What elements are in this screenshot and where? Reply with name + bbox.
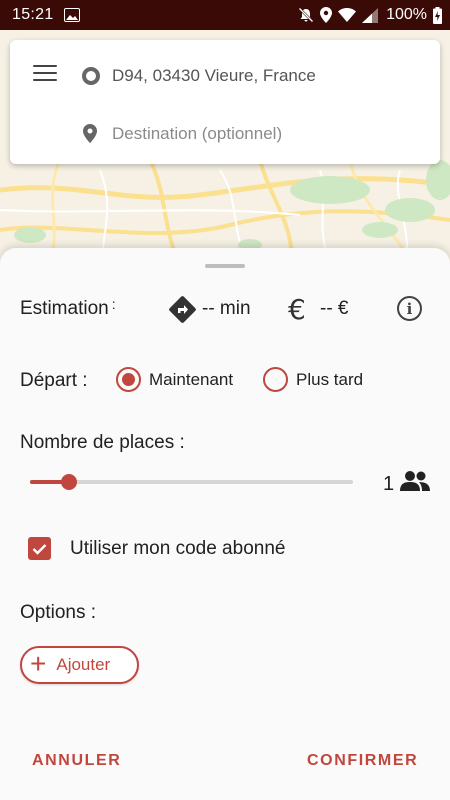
subscriber-checkbox[interactable] — [28, 537, 51, 560]
places-count: 1 — [383, 473, 395, 495]
signal-icon — [362, 7, 379, 23]
radio-now[interactable] — [116, 367, 141, 392]
status-bar: 15:21 100% — [0, 0, 450, 30]
radio-later-label[interactable]: Plus tard — [296, 370, 363, 390]
radio-now-label[interactable]: Maintenant — [149, 370, 233, 390]
add-option-button[interactable]: + Ajouter — [20, 646, 139, 684]
cancel-button[interactable]: ANNULER — [32, 752, 121, 770]
status-time: 15:21 — [12, 6, 54, 23]
depart-label: Départ : — [20, 370, 88, 391]
origin-field[interactable]: D94, 03430 Vieure, France — [112, 66, 316, 86]
plus-icon: + — [30, 647, 47, 679]
menu-icon[interactable] — [33, 65, 57, 83]
estimation-label: Estimation: — [20, 296, 116, 319]
places-label: Nombre de places : — [20, 432, 185, 453]
image-icon — [63, 8, 80, 22]
destination-pin-icon — [83, 124, 97, 148]
directions-icon — [168, 295, 197, 329]
booking-sheet: Estimation: -- min € -- € i Départ : Mai… — [0, 248, 450, 800]
add-option-label: Ajouter — [56, 655, 111, 674]
euro-icon: € — [288, 293, 306, 326]
estimated-price: -- € — [320, 298, 349, 319]
location-icon — [320, 7, 333, 23]
origin-circle-icon — [82, 67, 100, 85]
wifi-icon — [338, 8, 357, 22]
people-icon — [400, 470, 430, 497]
battery-percent: 100% — [386, 6, 427, 23]
radio-later[interactable] — [263, 367, 288, 392]
slider-thumb[interactable] — [60, 474, 77, 490]
confirm-button[interactable]: CONFIRMER — [307, 752, 418, 770]
places-slider[interactable] — [30, 480, 353, 484]
battery-charging-icon — [433, 6, 442, 24]
destination-field[interactable]: Destination (optionnel) — [112, 124, 282, 144]
drag-handle[interactable] — [205, 264, 245, 268]
options-label: Options : — [20, 602, 97, 623]
route-search-card: D94, 03430 Vieure, France Destination (o… — [10, 40, 440, 164]
subscriber-checkbox-label[interactable]: Utiliser mon code abonné — [70, 538, 285, 560]
estimated-duration: -- min — [202, 298, 251, 319]
info-icon[interactable]: i — [397, 296, 422, 321]
mute-icon — [298, 7, 314, 23]
